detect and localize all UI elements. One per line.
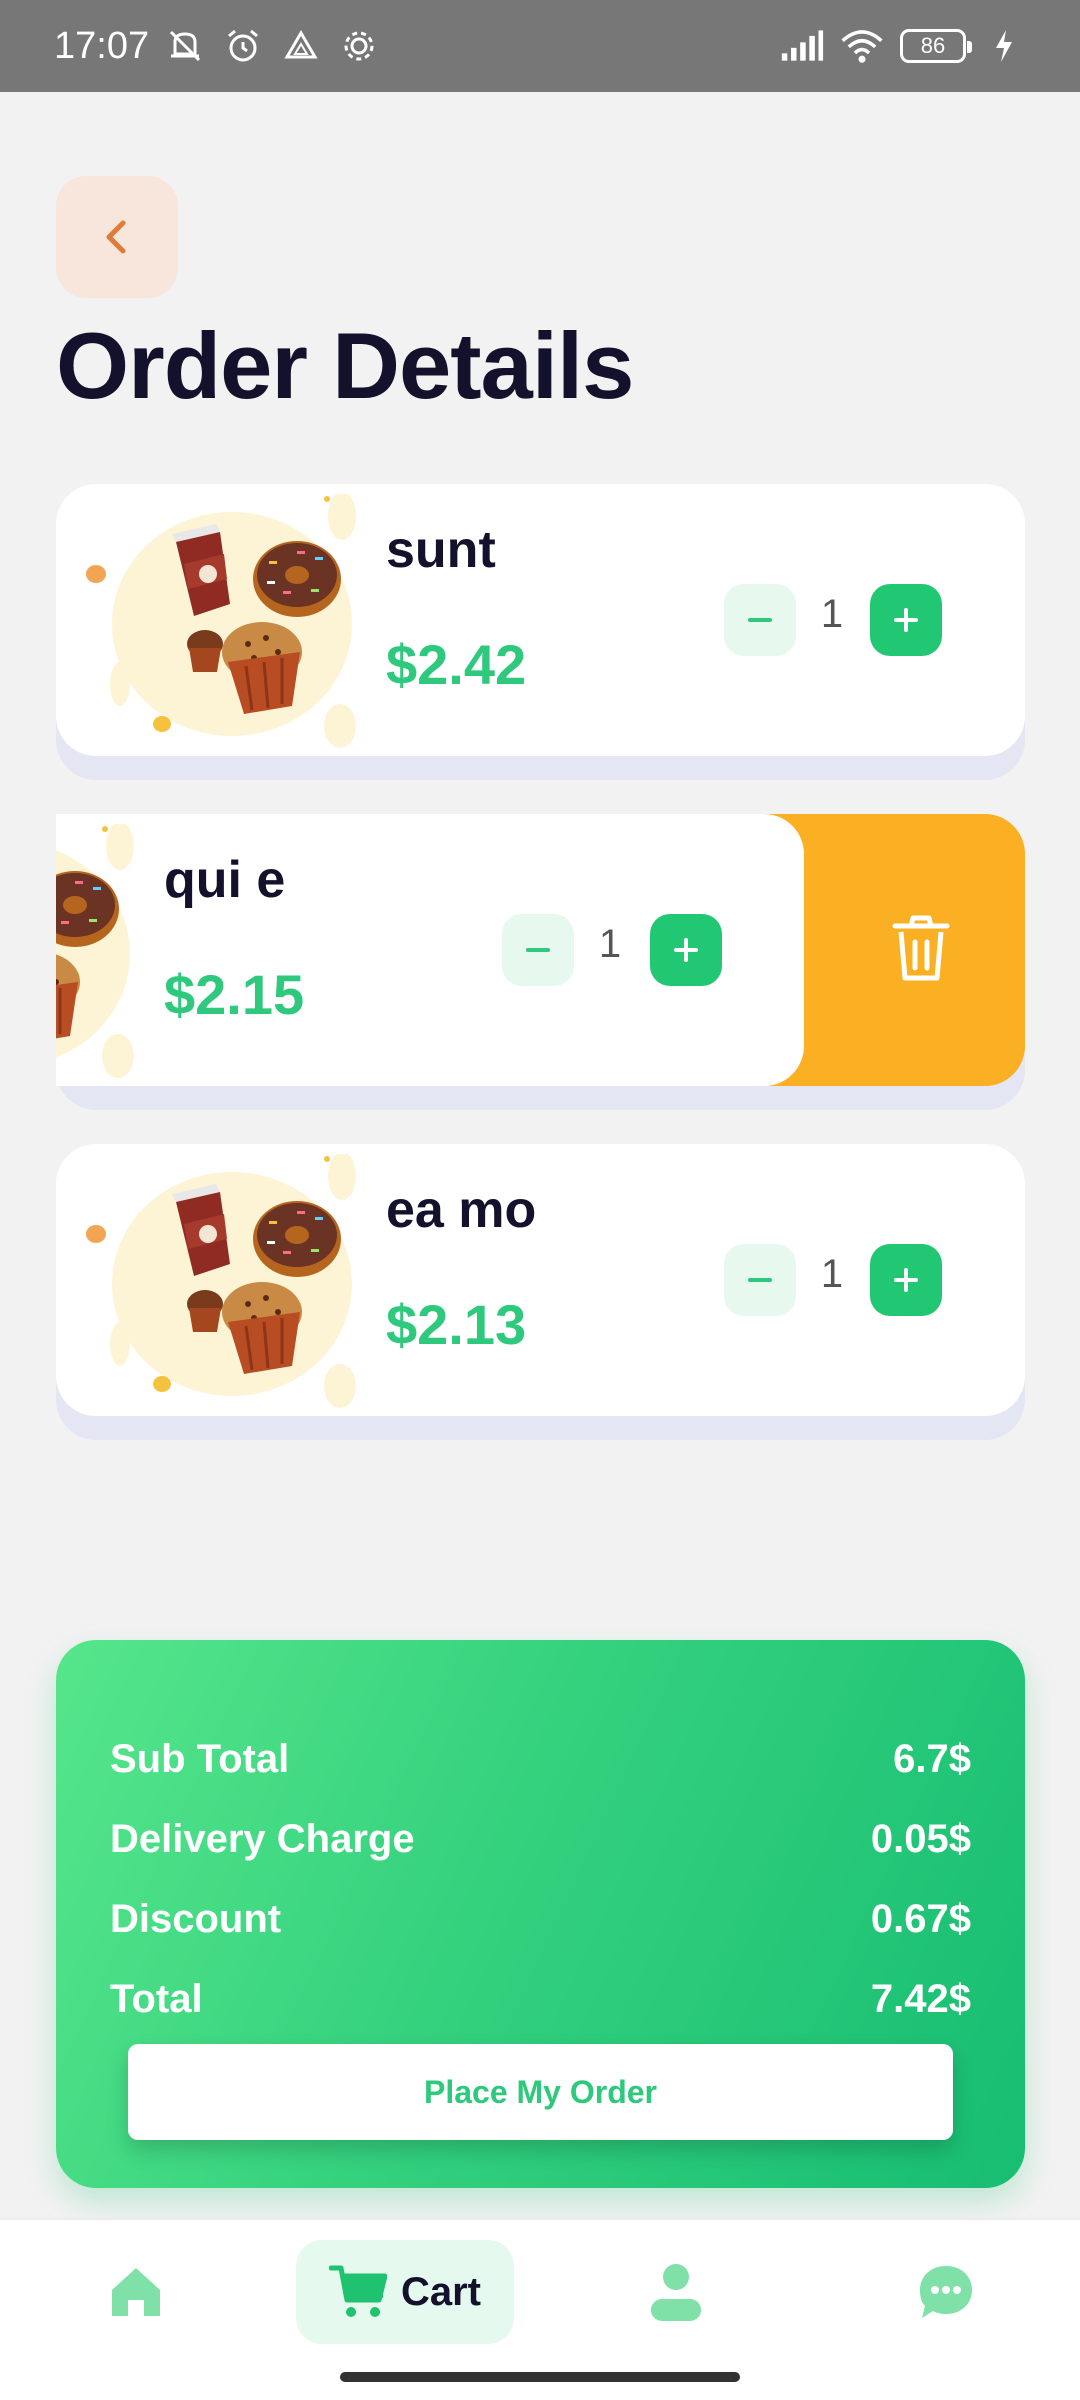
back-button[interactable] — [56, 176, 178, 298]
status-time: 17:07 — [54, 24, 150, 67]
charging-icon — [982, 24, 1026, 68]
nav-cart[interactable]: Cart — [296, 2240, 514, 2344]
page-title: Order Details — [56, 313, 634, 418]
minus-icon — [748, 618, 772, 622]
item-name: ea mo — [386, 1181, 537, 1239]
drive-icon — [279, 24, 323, 68]
item-price: $2.13 — [386, 1293, 527, 1356]
quantity-value: 1 — [820, 1252, 844, 1296]
mute-icon — [163, 24, 207, 68]
home-icon — [112, 2268, 160, 2316]
card-body: qui e $2.15 1 — [56, 814, 804, 1086]
minus-icon — [748, 1278, 772, 1282]
card-body: ea mo $2.13 1 — [56, 1144, 1025, 1416]
decrease-quantity-button[interactable] — [502, 914, 574, 986]
item-price: $2.42 — [386, 633, 527, 696]
nav-home[interactable] — [96, 2240, 176, 2344]
status-bar: 17:07 86 — [0, 0, 1080, 92]
battery-level: 86 — [920, 33, 946, 58]
chat-icon — [920, 2266, 972, 2318]
item-name: qui e — [164, 851, 286, 909]
order-summary: Sub Total 6.7$ Delivery Charge 0.05$ Dis… — [56, 1640, 1025, 2188]
food-image — [84, 1154, 358, 1410]
user-icon — [651, 2264, 701, 2321]
subtotal-label: Sub Total — [110, 1736, 290, 1781]
alarm-icon — [221, 24, 265, 68]
nav-chat[interactable] — [906, 2240, 986, 2344]
total-row: Total 7.42$ — [110, 1974, 971, 2024]
status-right: 86 — [780, 24, 1026, 68]
cart-item-card[interactable]: sunt $2.42 1 — [56, 484, 1025, 780]
subtotal-row: Sub Total 6.7$ — [110, 1734, 971, 1784]
settings-icon — [337, 24, 381, 68]
increase-quantity-button[interactable] — [650, 914, 722, 986]
nav-profile[interactable] — [636, 2240, 716, 2344]
plus-icon — [674, 938, 698, 962]
discount-value: 0.67$ — [870, 1896, 971, 1941]
food-image — [84, 494, 358, 750]
total-label: Total — [110, 1976, 203, 2021]
decrease-quantity-button[interactable] — [724, 584, 796, 656]
delivery-charge-label: Delivery Charge — [110, 1816, 415, 1861]
cart-icon — [328, 2265, 387, 2317]
plus-icon — [894, 1268, 918, 1292]
item-name: sunt — [386, 521, 496, 579]
delete-item-button[interactable] — [856, 884, 986, 1014]
delivery-charge-row: Delivery Charge 0.05$ — [110, 1814, 971, 1864]
discount-row: Discount 0.67$ — [110, 1894, 971, 1944]
cart-item-card[interactable]: ea mo $2.13 1 — [56, 1144, 1025, 1440]
increase-quantity-button[interactable] — [870, 1244, 942, 1316]
signal-icon — [780, 24, 824, 68]
wifi-icon — [840, 24, 884, 68]
increase-quantity-button[interactable] — [870, 584, 942, 656]
quantity-value: 1 — [820, 592, 844, 636]
battery-icon: 86 — [900, 29, 972, 63]
nav-cart-label: Cart — [400, 2269, 482, 2314]
discount-label: Discount — [110, 1896, 282, 1941]
decrease-quantity-button[interactable] — [724, 1244, 796, 1316]
trash-icon — [892, 915, 950, 981]
delivery-charge-value: 0.05$ — [870, 1816, 971, 1861]
chevron-left-icon — [106, 220, 126, 254]
subtotal-value: 6.7$ — [893, 1736, 971, 1781]
card-body: sunt $2.42 1 — [56, 484, 1025, 756]
item-price: $2.15 — [164, 963, 305, 1026]
home-indicator — [340, 2372, 740, 2382]
plus-icon — [894, 608, 918, 632]
quantity-value: 1 — [598, 922, 622, 966]
status-left: 17:07 — [54, 24, 381, 68]
minus-icon — [526, 948, 550, 952]
place-order-button[interactable]: Place My Order — [128, 2044, 953, 2140]
cart-item-card-swiped[interactable]: qui e $2.15 1 — [56, 814, 1025, 1110]
total-value: 7.42$ — [870, 1976, 971, 2021]
food-image — [56, 824, 136, 1080]
